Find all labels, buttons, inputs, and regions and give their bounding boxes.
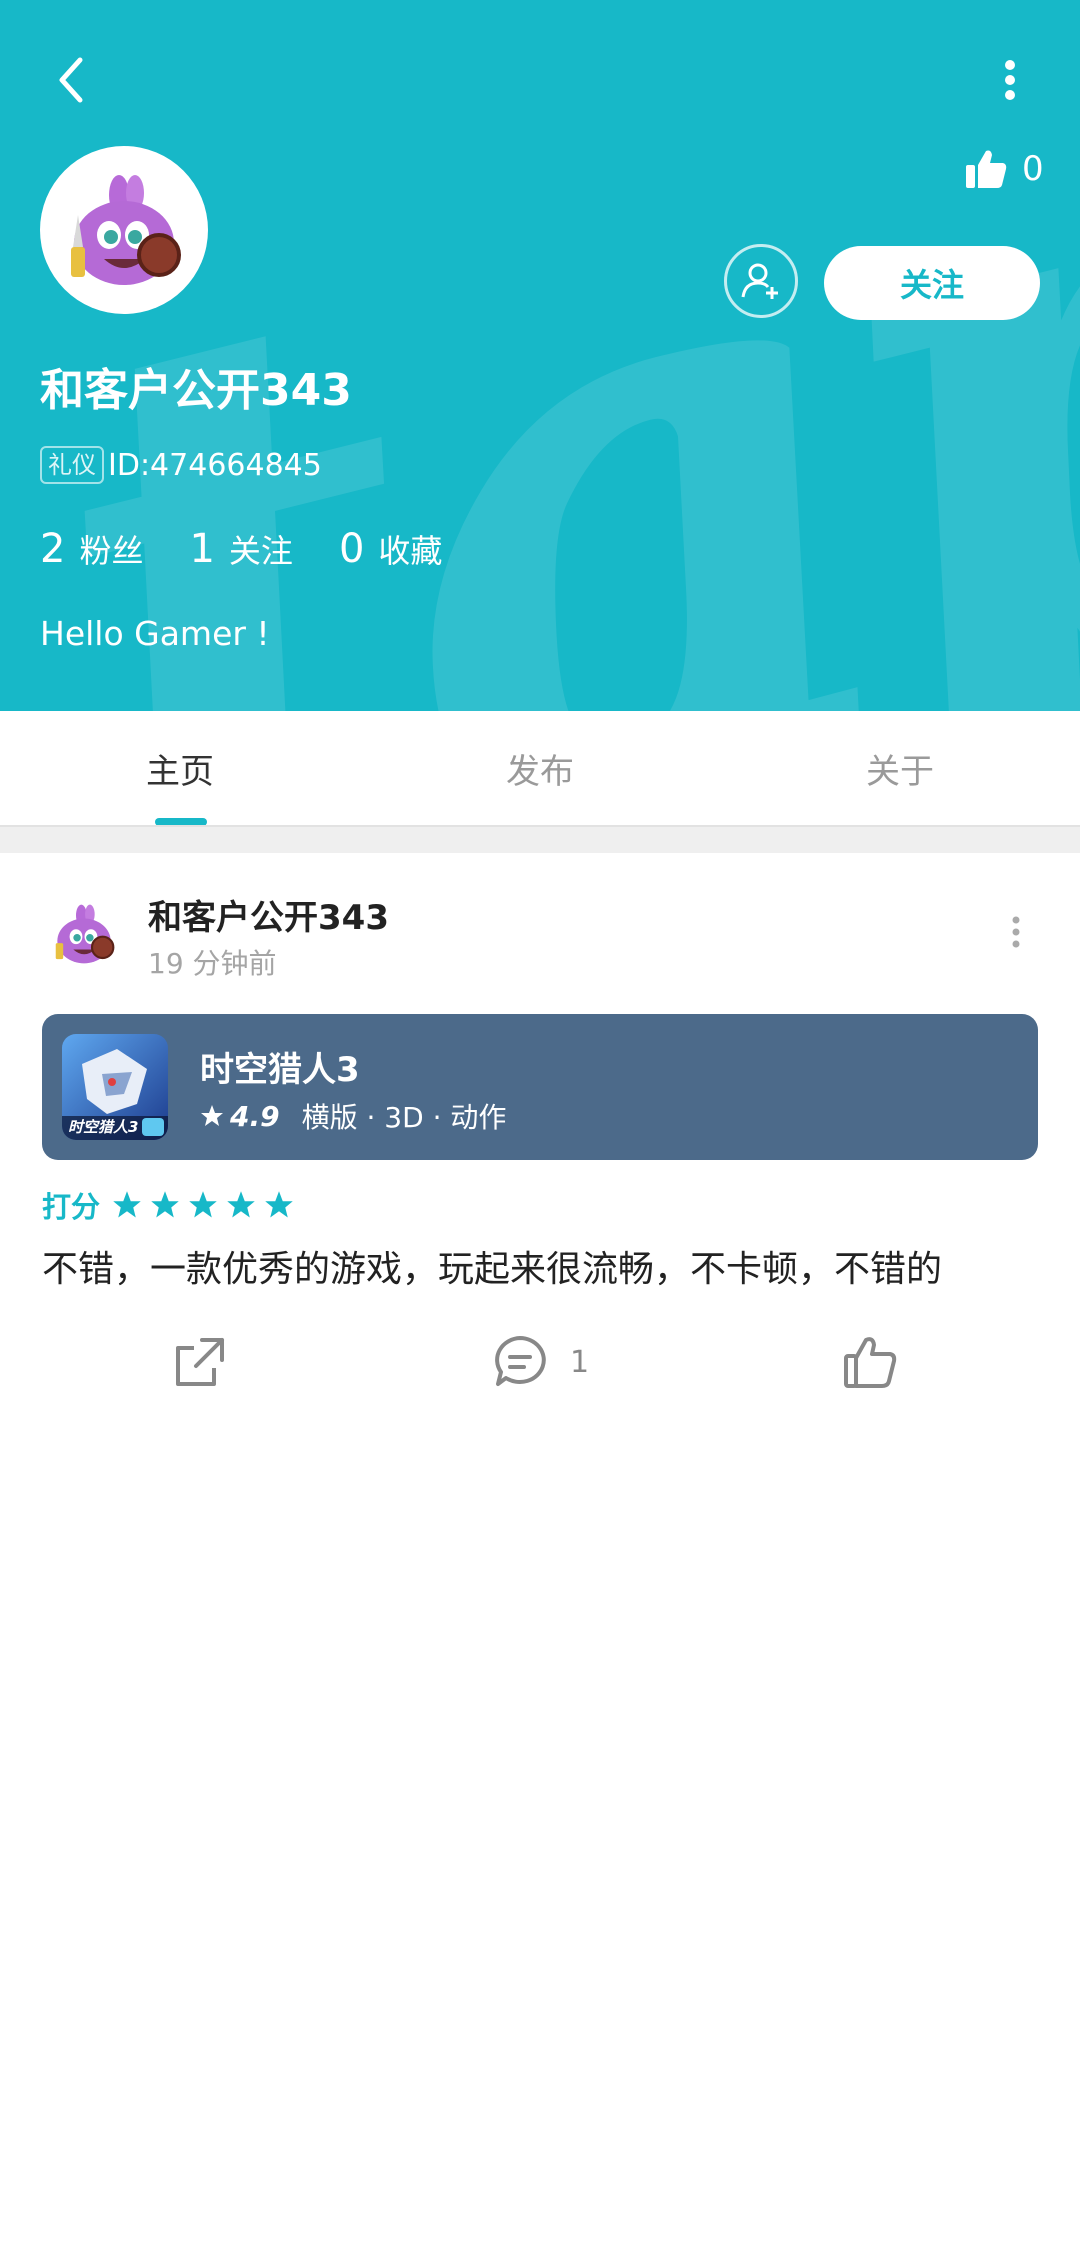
post-more-button[interactable] [996,912,1036,952]
profile-like-count: 0 [1022,149,1044,189]
more-vertical-icon [1012,916,1020,948]
game-card[interactable]: 时空猎人3 时空猎人3 4.9 横版 · 3D · 动作 [42,1014,1038,1160]
comment-count: 1 [570,1344,590,1380]
stat-following-count: 1 [189,526,215,572]
stat-favorites[interactable]: 0 收藏 [339,526,442,572]
profile-tabs: 主页 发布 关于 [0,711,1080,825]
stat-following[interactable]: 1 关注 [189,526,292,572]
star-icon [227,1191,255,1218]
stat-fans[interactable]: 2 粉丝 [40,526,143,572]
profile-bio: Hello Gamer ! [40,614,270,653]
post-actions: 1 [0,1334,1080,1394]
share-button[interactable] [172,1334,228,1390]
game-rating: 4.9 [230,1099,280,1133]
thumbs-up-icon [966,150,1007,188]
tab-home[interactable]: 主页 [0,711,360,825]
star-icon [113,1191,141,1218]
stat-favorites-label: 收藏 [378,532,443,570]
profile-username: 和客户公开343 [40,365,352,416]
star-icon [189,1191,217,1218]
post-content[interactable]: 不错，一款优秀的游戏，玩起来很流畅，不卡顿，不错的 [42,1240,942,1292]
game-tags: 横版 · 3D · 动作 [301,1101,507,1134]
star-icon [151,1191,179,1218]
user-badge[interactable]: 礼仪 [40,446,104,484]
rating-row: 打分 [42,1184,294,1226]
stat-following-label: 关注 [228,532,293,570]
section-divider [0,825,1080,853]
star-icon [201,1105,223,1126]
profile-like-button[interactable]: 0 [964,148,1044,190]
game-icon-caption: 时空猎人3 [68,1118,139,1136]
avatar[interactable] [40,146,208,314]
follow-button[interactable]: 关注 [824,246,1040,320]
tab-about[interactable]: 关于 [720,711,1080,825]
stat-fans-label: 粉丝 [79,532,144,570]
game-meta: 4.9 横版 · 3D · 动作 [200,1096,506,1136]
more-vertical-icon [1005,60,1015,100]
comment-button[interactable]: 1 [492,1334,589,1390]
comment-icon [495,1336,546,1386]
tab-posts[interactable]: 发布 [360,711,720,825]
post-author-name[interactable]: 和客户公开343 [148,890,389,939]
post-author-avatar[interactable] [40,890,128,978]
rating-stars [112,1190,294,1220]
stat-favorites-count: 0 [338,526,365,572]
rating-label: 打分 [42,1190,101,1224]
like-button[interactable] [842,1334,898,1390]
add-user-icon [741,263,778,299]
add-friend-button[interactable] [724,244,798,318]
avatar-character-image [55,904,115,964]
post-timestamp: 19 分钟前 [148,947,277,980]
game-name: 时空猎人3 [200,1050,360,1090]
profile-stats: 2 粉丝 1 关注 0 收藏 [40,526,488,572]
user-id: ID:474664845 [108,447,322,483]
profile-header: tapta 0 关注 和客户公开343 礼仪 ID:474664845 2 粉丝… [0,0,1080,711]
more-options-button[interactable] [974,44,1046,116]
avatar-character-image [71,175,181,285]
star-icon [265,1191,293,1218]
like-icon [844,1337,897,1388]
back-arrow-icon [59,57,83,103]
share-icon [176,1338,224,1386]
stat-fans-count: 2 [40,526,66,572]
user-id-row: 礼仪 ID:474664845 [40,446,322,484]
back-button[interactable] [36,44,108,116]
game-icon: 时空猎人3 [62,1034,168,1140]
